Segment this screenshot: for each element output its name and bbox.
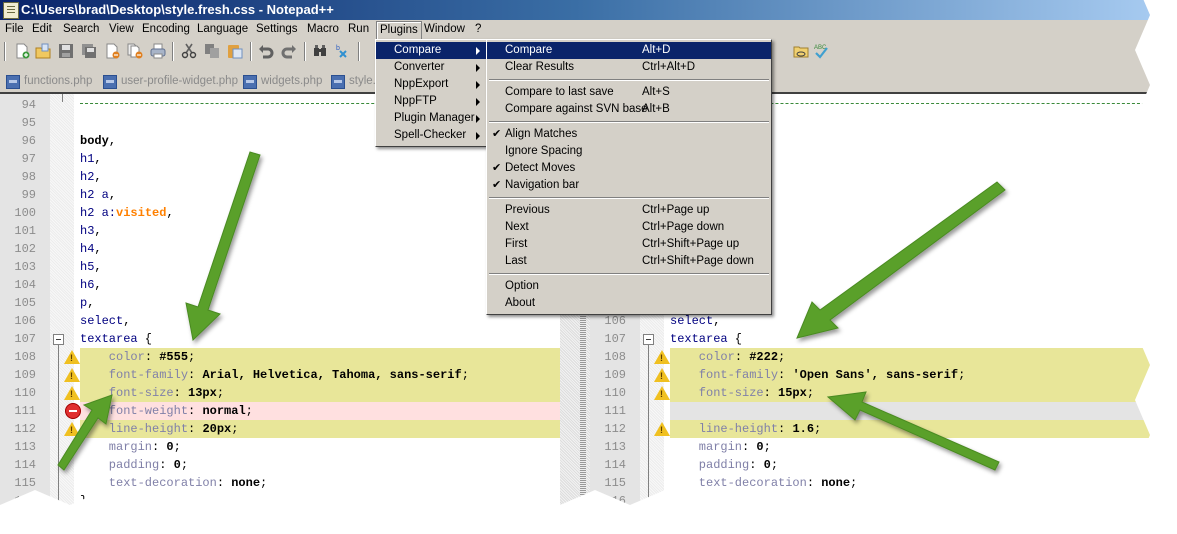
annotation-arrow (826, 391, 1000, 471)
torn-edge (0, 0, 1177, 534)
annotation-layer (0, 0, 1177, 534)
annotation-arrow (796, 181, 1006, 339)
annotation-arrow (185, 151, 261, 342)
annotation-arrow (57, 394, 113, 471)
